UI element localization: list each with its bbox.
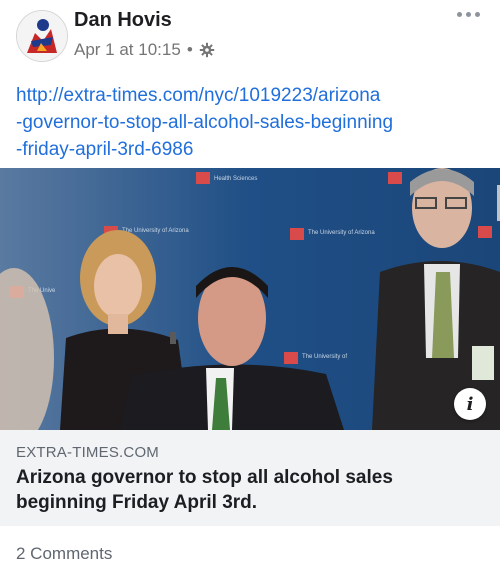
svg-text:Health Sciences: Health Sciences (214, 176, 257, 182)
info-icon[interactable]: i (454, 388, 486, 420)
press-conference-photo: Health Sciences The University of Arizon… (0, 168, 500, 430)
gear-icon[interactable] (199, 42, 215, 58)
svg-text:The University of: The University of (302, 354, 347, 360)
more-dots-icon[interactable] (457, 12, 480, 17)
svg-text:The University of Arizona: The University of Arizona (308, 230, 375, 236)
post-timestamp[interactable]: Apr 1 at 10:15 (74, 40, 181, 60)
avatar[interactable] (16, 10, 68, 62)
post-link-line-3[interactable]: -friday-april-3rd-6986 (16, 136, 456, 163)
post-meta: Apr 1 at 10:15 • (74, 40, 215, 60)
post-link-line-2[interactable]: -governor-to-stop-all-alcohol-sales-begi… (16, 109, 456, 136)
avatar-image (17, 11, 67, 61)
link-domain: EXTRA-TIMES.COM (16, 444, 160, 461)
meta-separator: • (186, 40, 193, 59)
author-name[interactable]: Dan Hovis (74, 9, 172, 32)
post-header: Dan Hovis Apr 1 at 10:15 • (0, 0, 500, 70)
comments-count[interactable]: 2 Comments (16, 544, 112, 564)
post-link-line-1[interactable]: http://extra-times.com/nyc/1019223/arizo… (16, 82, 456, 109)
link-headline[interactable]: Arizona governor to stop all alcohol sal… (16, 465, 476, 515)
post-link[interactable]: http://extra-times.com/nyc/1019223/arizo… (16, 82, 456, 163)
link-card[interactable]: EXTRA-TIMES.COM Arizona governor to stop… (0, 430, 500, 526)
svg-text:The University of Arizona: The University of Arizona (122, 228, 189, 234)
link-preview-image[interactable]: Health Sciences The University of Arizon… (0, 168, 500, 430)
